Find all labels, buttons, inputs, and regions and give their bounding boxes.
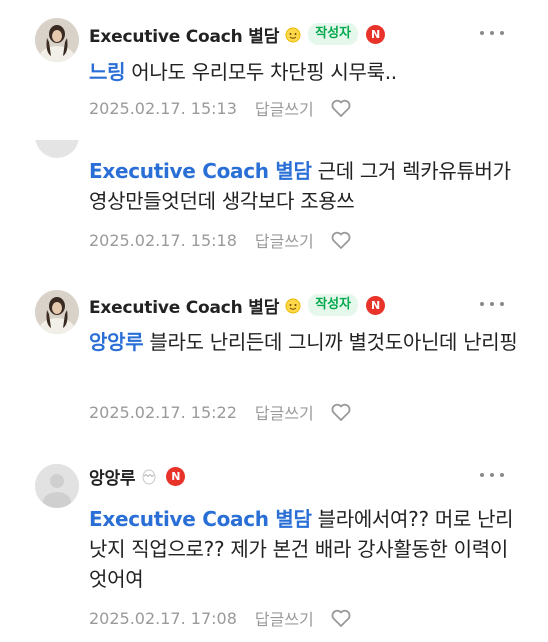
comment-header: Executive Coach 별담 작성자 N bbox=[89, 293, 386, 318]
comment-date: 2025.02.17. 15:18 bbox=[89, 230, 237, 250]
author-name[interactable]: Executive Coach 별담 bbox=[89, 293, 279, 318]
comment-date: 2025.02.17. 17:08 bbox=[89, 608, 237, 628]
reply-button[interactable]: 답글쓰기 bbox=[255, 606, 314, 630]
comment-text: Executive Coach 별담 근데 그거 렉카유튜버가 영상만들엇던데 … bbox=[89, 156, 519, 216]
heart-outline-icon[interactable] bbox=[330, 230, 352, 250]
author-avatar[interactable] bbox=[35, 140, 79, 158]
comment-meta: 2025.02.17. 15:22 답글쓰기 bbox=[89, 400, 352, 424]
mention-link[interactable]: 느링 bbox=[89, 60, 126, 84]
more-dots-icon[interactable] bbox=[480, 297, 504, 311]
egg-level-icon bbox=[142, 469, 156, 485]
heart-outline-icon[interactable] bbox=[330, 98, 352, 118]
comment-text: Executive Coach 별담 블라에서여?? 머로 난리낫지 직업으로?… bbox=[89, 504, 519, 594]
more-dots-icon[interactable] bbox=[480, 26, 504, 40]
comment-meta: 2025.02.17. 17:08 답글쓰기 bbox=[89, 606, 352, 630]
reply-button[interactable]: 답글쓰기 bbox=[255, 228, 314, 252]
mention-link[interactable]: Executive Coach 별담 bbox=[89, 507, 312, 531]
comment-body: 어나도 우리모두 차단핑 시무룩.. bbox=[125, 60, 397, 84]
new-badge: N bbox=[366, 295, 386, 315]
smiley-level-icon bbox=[285, 298, 301, 314]
mention-link[interactable]: Executive Coach 별담 bbox=[89, 159, 312, 183]
author-name[interactable]: Executive Coach 별담 bbox=[89, 22, 279, 47]
mention-link[interactable]: 앙앙루 bbox=[89, 330, 144, 354]
reply-button[interactable]: 답글쓰기 bbox=[255, 400, 314, 424]
heart-outline-icon[interactable] bbox=[330, 608, 352, 628]
comment-meta: 2025.02.17. 15:13 답글쓰기 bbox=[89, 96, 352, 120]
comment-header: 앙앙루 N bbox=[89, 464, 186, 489]
more-dots-icon[interactable] bbox=[480, 468, 504, 482]
heart-outline-icon[interactable] bbox=[330, 402, 352, 422]
author-name[interactable]: 앙앙루 bbox=[89, 464, 136, 489]
author-avatar[interactable] bbox=[35, 464, 79, 508]
author-badge: 작성자 bbox=[308, 23, 359, 45]
comment-text: 느링 어나도 우리모두 차단핑 시무룩.. bbox=[89, 57, 519, 87]
author-badge: 작성자 bbox=[308, 294, 359, 316]
comment-header: Executive Coach 별담 작성자 N bbox=[89, 22, 386, 47]
comment-date: 2025.02.17. 15:13 bbox=[89, 98, 237, 118]
reply-button[interactable]: 답글쓰기 bbox=[255, 96, 314, 120]
author-avatar[interactable] bbox=[35, 290, 79, 334]
new-badge: N bbox=[166, 466, 186, 486]
comment-body: 블라도 난리든데 그니까 별것도아닌데 난리핑 bbox=[143, 330, 518, 354]
new-badge: N bbox=[366, 24, 386, 44]
comment-meta: 2025.02.17. 15:18 답글쓰기 bbox=[89, 228, 352, 252]
author-avatar[interactable] bbox=[35, 18, 79, 62]
smiley-level-icon bbox=[285, 27, 301, 43]
comment-text: 앙앙루 블라도 난리든데 그니까 별것도아닌데 난리핑 bbox=[89, 327, 519, 357]
comment-date: 2025.02.17. 15:22 bbox=[89, 402, 237, 422]
